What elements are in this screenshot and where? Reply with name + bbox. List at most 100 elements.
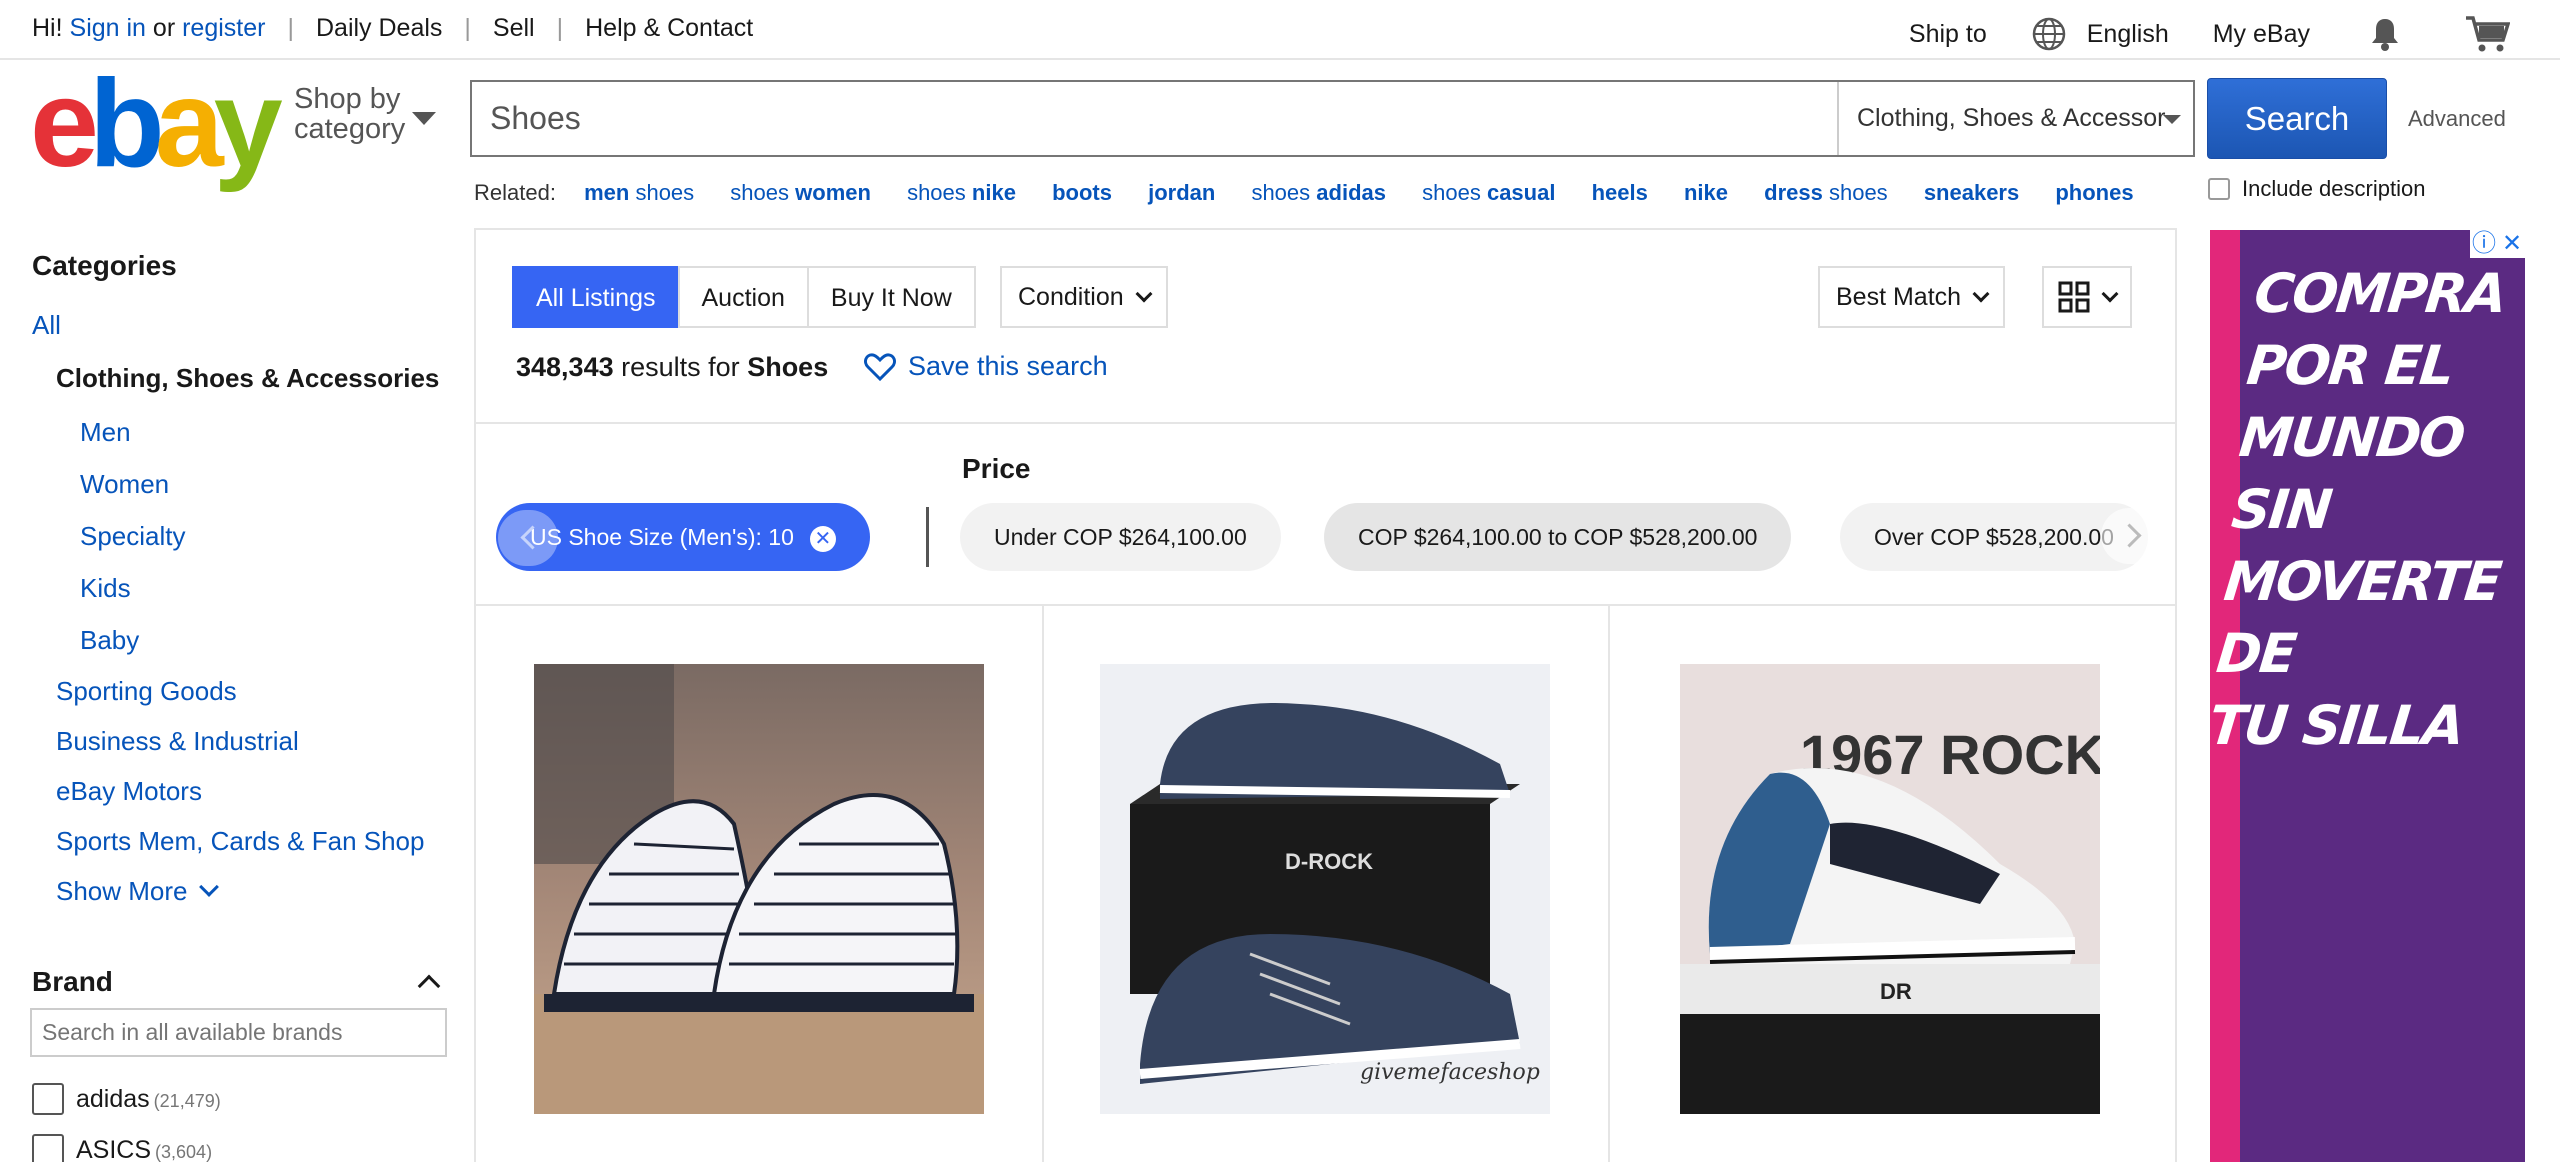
related-link[interactable]: shoes adidas [1251, 180, 1386, 205]
related-link[interactable]: nike [1684, 180, 1728, 205]
include-description-label: Include description [2242, 176, 2426, 201]
chevron-down-icon [1972, 285, 1990, 303]
ad-controls: ⓘ ✕ [2470, 230, 2526, 258]
brand-search-input[interactable] [30, 1008, 447, 1057]
top-bar-left: Hi! Sign in or register | Daily Deals | … [32, 14, 753, 43]
category-men[interactable]: Men [32, 406, 452, 458]
shop-by-line1: Shop by [294, 83, 401, 115]
brand-count: (21,479) [153, 1090, 221, 1111]
include-description-option[interactable]: Include description [2208, 176, 2425, 202]
my-ebay-link[interactable]: My eBay [2213, 20, 2310, 49]
price-filter-range[interactable]: COP $264,100.00 to COP $528,200.00 [1324, 503, 1792, 571]
divider [1608, 606, 1610, 1162]
category-baby[interactable]: Baby [32, 614, 452, 666]
chevron-up-icon[interactable] [417, 974, 441, 998]
category-specialty[interactable]: Specialty [32, 510, 452, 562]
product-image[interactable]: 1967 ROCK DR [1680, 664, 2100, 1114]
condition-dropdown[interactable]: Condition [1000, 266, 1168, 328]
results-panel: All Listings Auction Buy It Now Conditio… [474, 228, 2177, 1162]
product-image[interactable]: D-ROCK givemefaceshop [1100, 664, 1550, 1114]
related-link[interactable]: dress shoes [1764, 180, 1888, 205]
globe-icon [2032, 17, 2065, 51]
view-toggle-dropdown[interactable] [2042, 266, 2132, 328]
register-link[interactable]: register [182, 14, 265, 43]
category-women[interactable]: Women [32, 458, 452, 510]
related-link[interactable]: shoes women [730, 180, 871, 205]
related-link[interactable]: phones [2055, 180, 2133, 205]
brand-checkbox[interactable] [32, 1134, 64, 1162]
product-image[interactable] [534, 664, 984, 1114]
price-filter-under[interactable]: Under COP $264,100.00 [960, 503, 1281, 571]
condition-label: Condition [1018, 283, 1124, 311]
related-link[interactable]: shoes casual [1422, 180, 1555, 205]
close-icon[interactable]: ✕ [809, 525, 836, 552]
chevron-down-icon [2101, 285, 2119, 303]
grid-view-icon [2058, 281, 2090, 313]
save-search-button[interactable]: Save this search [864, 351, 1108, 382]
close-icon[interactable]: ✕ [2498, 230, 2526, 258]
sign-in-link[interactable]: Sign in [70, 14, 146, 43]
ad-text: COMPRA POR EL MUNDO SIN MOVERTE DE TU SI… [2210, 262, 2509, 757]
related-label: Related: [474, 180, 556, 205]
show-more-link[interactable]: Show More [32, 866, 452, 916]
related-link[interactable]: shoes nike [907, 180, 1016, 205]
scroll-left-button[interactable] [498, 510, 558, 566]
category-sports-mem[interactable]: Sports Mem, Cards & Fan Shop [32, 816, 452, 866]
results-count: 348,343 results for Shoes [516, 352, 829, 382]
caret-down-icon [2163, 115, 2181, 124]
divider [926, 507, 929, 567]
category-select[interactable]: Clothing, Shoes & Accessories [1857, 82, 2167, 155]
category-current: Clothing, Shoes & Accessories [56, 363, 440, 393]
help-contact-link[interactable]: Help & Contact [585, 14, 753, 43]
related-searches: Related: men shoes shoes women shoes nik… [474, 180, 2164, 206]
tab-buy-it-now[interactable]: Buy It Now [806, 266, 976, 328]
sell-link[interactable]: Sell [493, 14, 535, 43]
brand-filter-heading[interactable]: Brand [32, 966, 447, 998]
price-heading: Price [962, 453, 1031, 484]
brand-option-adidas[interactable]: adidas (21,479) [32, 1083, 221, 1115]
language-selector[interactable]: English [2031, 16, 2169, 52]
related-link[interactable]: heels [1592, 180, 1648, 205]
advertisement-banner[interactable]: COMPRA POR EL MUNDO SIN MOVERTE DE TU SI… [2210, 230, 2525, 1162]
sort-dropdown[interactable]: Best Match [1818, 266, 2006, 328]
brand-checkbox[interactable] [32, 1083, 64, 1115]
box-logo-text: DR [1880, 979, 1912, 1004]
search-input[interactable] [472, 82, 1837, 155]
divider [1042, 606, 1044, 1162]
category-all[interactable]: All [32, 300, 452, 350]
category-kids[interactable]: Kids [32, 562, 452, 614]
include-description-checkbox[interactable] [2208, 178, 2230, 200]
related-link[interactable]: jordan [1148, 180, 1215, 205]
language-label: English [2086, 19, 2169, 48]
search-button[interactable]: Search [2207, 78, 2387, 159]
divider: | [556, 14, 564, 42]
chevron-down-icon [1135, 285, 1153, 303]
chevron-down-icon [198, 877, 219, 897]
search-divider [1837, 82, 1839, 155]
info-icon[interactable]: ⓘ [2470, 230, 2498, 258]
top-bar-right: Ship to English My eBay [1865, 14, 2510, 54]
related-link[interactable]: boots [1052, 180, 1112, 205]
tab-auction[interactable]: Auction [677, 266, 809, 328]
ship-to-button[interactable]: Ship to [1909, 20, 1987, 49]
cart-icon[interactable] [2464, 14, 2510, 54]
brand-option-asics[interactable]: ASICS (3,604) [32, 1134, 212, 1162]
scroll-right-button[interactable] [2101, 508, 2161, 564]
category-ebay-motors[interactable]: eBay Motors [32, 766, 452, 816]
ebay-logo[interactable]: ebay [30, 62, 283, 186]
or-text: or [152, 14, 176, 42]
shop-by-category-button[interactable]: Shop by category [294, 84, 405, 144]
related-link[interactable]: men shoes [584, 180, 694, 205]
active-filter-label: US Shoe Size (Men's): 10 [530, 524, 794, 550]
category-sporting-goods[interactable]: Sporting Goods [32, 666, 452, 716]
top-bar: Hi! Sign in or register | Daily Deals | … [0, 0, 2560, 60]
advanced-search-link[interactable]: Advanced [2408, 106, 2506, 132]
box-brand-text: D-ROCK [1285, 849, 1373, 874]
tab-all-listings[interactable]: All Listings [512, 266, 680, 328]
search-bar: Clothing, Shoes & Accessories [470, 80, 2195, 157]
related-link[interactable]: sneakers [1924, 180, 2019, 205]
greeting-text: Hi! [32, 14, 63, 42]
category-business-industrial[interactable]: Business & Industrial [32, 716, 452, 766]
bell-icon[interactable] [2368, 16, 2402, 52]
daily-deals-link[interactable]: Daily Deals [316, 14, 442, 43]
